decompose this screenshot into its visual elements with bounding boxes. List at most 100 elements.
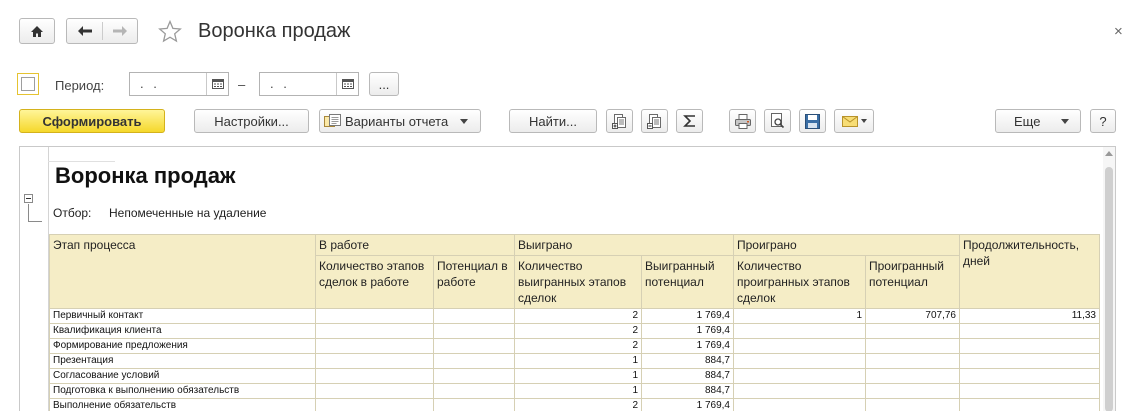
send-email-button[interactable] [834, 109, 874, 133]
cell-lost-count [733, 368, 866, 384]
print-button[interactable] [729, 109, 756, 133]
cell-won-count: 1 [514, 383, 642, 399]
cell-duration [959, 353, 1100, 369]
cell-won-count: 2 [514, 323, 642, 339]
table-row: Первичный контакт 2 1 769,4 1 707,76 11,33 [49, 308, 1100, 324]
collapse-groups-button[interactable] [641, 109, 668, 133]
arrow-right-icon [113, 26, 127, 36]
header-won-potential: Выигранный потенциал [641, 255, 734, 309]
header-won: Выиграно [514, 234, 734, 256]
printer-icon [734, 113, 751, 129]
cell-duration [959, 323, 1100, 339]
sigma-icon [682, 115, 695, 127]
report-variants-label: Варианты отчета [345, 113, 449, 129]
filter-label: Отбор: [53, 206, 92, 220]
scroll-up-icon[interactable] [1105, 151, 1113, 156]
period-label: Период: [55, 78, 105, 93]
cell-duration [959, 338, 1100, 354]
table-row: Согласование условий 1 884,7 [49, 368, 1100, 384]
cell-duration [959, 383, 1100, 399]
calendar-icon[interactable] [206, 73, 228, 95]
period-end-value: . . [270, 76, 290, 91]
cell-won-potential: 884,7 [641, 383, 734, 399]
period-select-button[interactable]: ... [369, 72, 399, 96]
cell-in-work-count [315, 338, 434, 354]
dropdown-arrow-icon [460, 119, 468, 124]
cell-in-work-potential [433, 383, 515, 399]
collapse-group-icon[interactable] [24, 194, 33, 203]
cell-lost-count [733, 323, 866, 339]
filter-value: Непомеченные на удаление [109, 206, 267, 220]
cell-stage: Выполнение обязательств [49, 398, 316, 411]
cell-won-potential: 884,7 [641, 368, 734, 384]
period-end-field[interactable]: . . [259, 72, 359, 96]
header-in-work-count: Количество этапов сделок в работе [315, 255, 434, 309]
cell-won-potential: 1 769,4 [641, 338, 734, 354]
cell-lost-potential [865, 323, 960, 339]
back-button[interactable] [67, 19, 102, 43]
table-row: Формирование предложения 2 1 769,4 [49, 338, 1100, 354]
report-filter: Отбор: Непомеченные на удаление [53, 206, 266, 220]
favorite-button[interactable] [158, 19, 182, 48]
cell-in-work-count [315, 323, 434, 339]
period-start-field[interactable]: . . [129, 72, 229, 96]
vertical-scrollbar[interactable] [1103, 147, 1115, 411]
close-icon[interactable]: × [1114, 23, 1123, 40]
settings-button[interactable]: Настройки... [194, 109, 309, 133]
floppy-disk-icon [805, 113, 820, 129]
period-checkbox[interactable] [17, 73, 39, 95]
preview-button[interactable] [764, 109, 791, 133]
sum-button[interactable] [676, 109, 703, 133]
cell-lost-potential [865, 398, 960, 411]
cell-won-potential: 884,7 [641, 353, 734, 369]
find-button[interactable]: Найти... [509, 109, 597, 133]
report-cell-marker [48, 161, 115, 162]
forward-button[interactable] [103, 19, 137, 43]
cell-in-work-count [315, 398, 434, 411]
home-icon [31, 25, 43, 37]
cell-stage: Первичный контакт [49, 308, 316, 324]
report-title: Воронка продаж [55, 163, 236, 188]
cell-in-work-potential [433, 368, 515, 384]
cell-won-count: 2 [514, 338, 642, 354]
calendar-icon[interactable] [336, 73, 358, 95]
save-button[interactable] [799, 109, 826, 133]
cell-lost-potential: 707,76 [865, 308, 960, 324]
cell-won-count: 1 [514, 368, 642, 384]
cell-stage: Согласование условий [49, 368, 316, 384]
cell-stage: Презентация [49, 353, 316, 369]
header-lost: Проиграно [733, 234, 960, 256]
envelope-icon [841, 115, 858, 127]
report-area: Воронка продаж Отбор: Непомеченные на уд… [19, 146, 1116, 411]
cell-won-potential: 1 769,4 [641, 308, 734, 324]
cell-won-potential: 1 769,4 [641, 323, 734, 339]
expand-groups-icon [611, 114, 626, 129]
period-dash: – [238, 77, 246, 92]
cell-lost-count [733, 338, 866, 354]
cell-won-count: 2 [514, 308, 642, 324]
home-button[interactable] [19, 18, 55, 44]
header-in-work-potential: Потенциал в работе [433, 255, 515, 309]
cell-lost-count: 1 [733, 308, 866, 324]
generate-button[interactable]: Сформировать [19, 109, 165, 133]
more-button[interactable]: Еще [995, 109, 1081, 133]
cell-in-work-potential [433, 308, 515, 324]
cell-lost-count [733, 383, 866, 399]
header-lost-count: Количество проигранных этапов сделок [733, 255, 866, 309]
table-row: Выполнение обязательств 2 1 769,4 [49, 398, 1100, 411]
cell-lost-potential [865, 368, 960, 384]
report-variants-button[interactable]: Варианты отчета [319, 109, 481, 133]
cell-lost-potential [865, 383, 960, 399]
cell-lost-potential [865, 338, 960, 354]
scroll-thumb[interactable] [1105, 167, 1113, 411]
help-button[interactable]: ? [1090, 109, 1116, 133]
report-table: Этап процесса В работе Выиграно Проигран… [49, 234, 1100, 411]
group-bracket-end [28, 221, 42, 222]
more-label: Еще [1014, 113, 1041, 129]
cell-in-work-potential [433, 398, 515, 411]
cell-stage: Квалификация клиента [49, 323, 316, 339]
cell-duration [959, 398, 1100, 411]
table-row: Квалификация клиента 2 1 769,4 [49, 323, 1100, 339]
cell-in-work-count [315, 353, 434, 369]
expand-groups-button[interactable] [606, 109, 633, 133]
